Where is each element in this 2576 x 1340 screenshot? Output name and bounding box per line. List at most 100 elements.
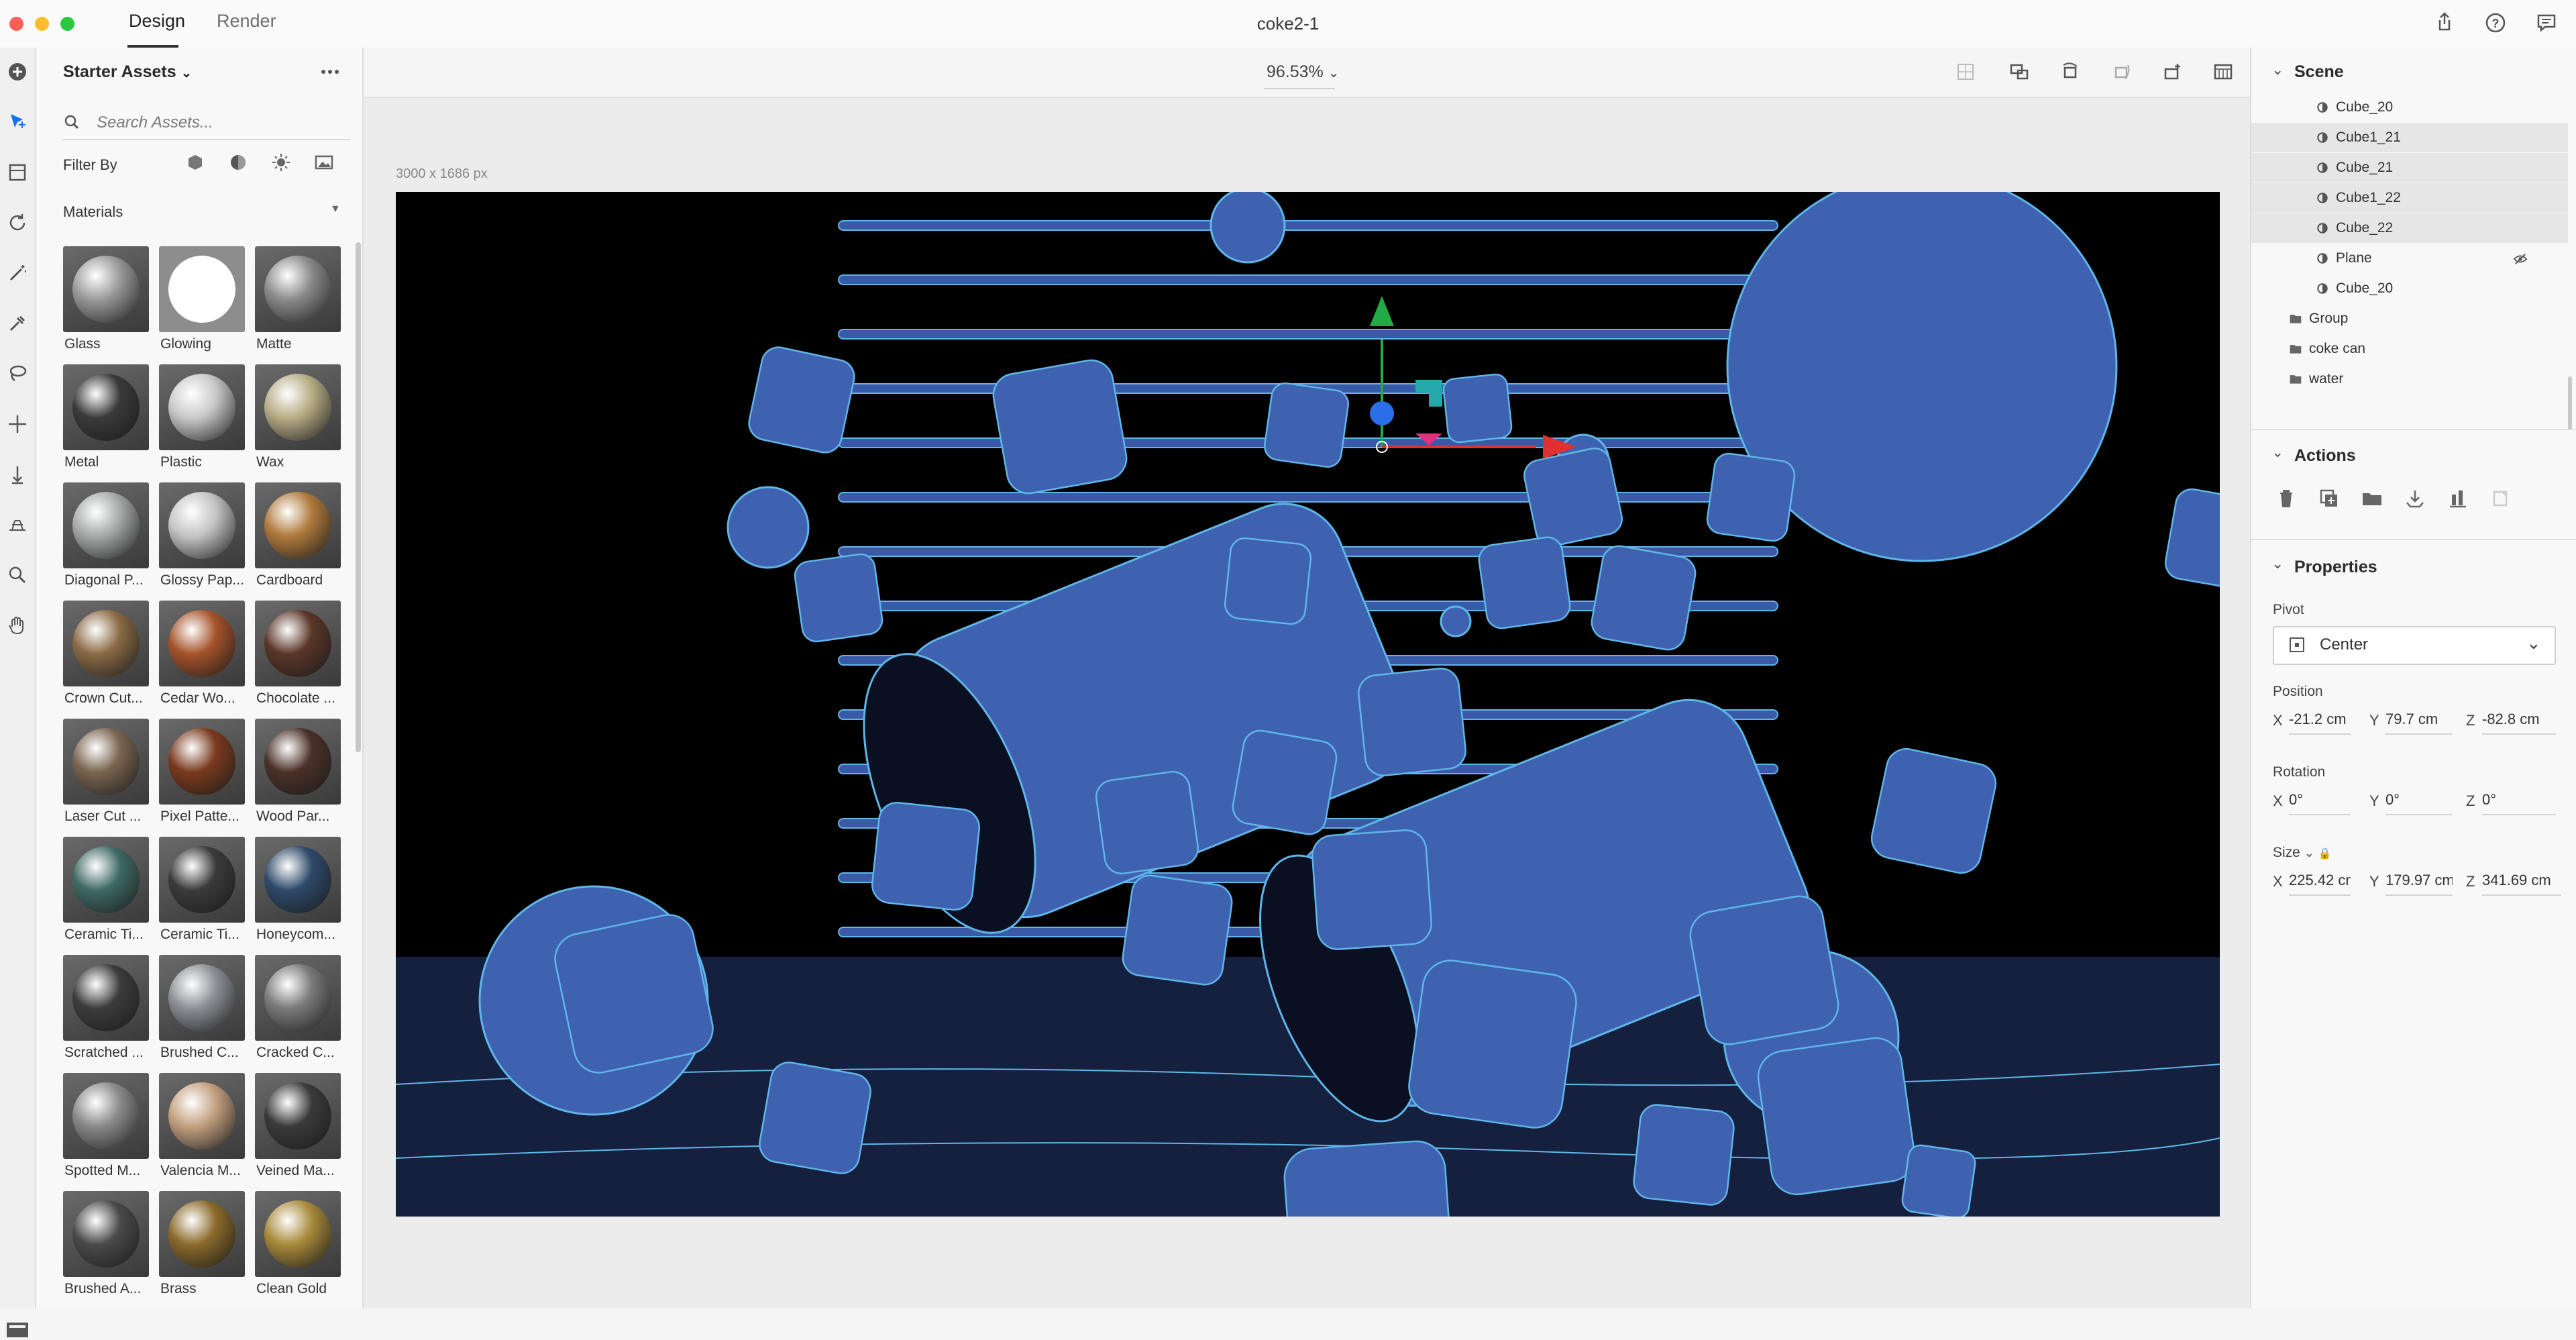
section-collapse-icon[interactable]: ▼	[330, 203, 341, 215]
duplicate-icon[interactable]	[2316, 485, 2343, 512]
material-item[interactable]: Glossy Pap...	[159, 482, 245, 591]
ice-cube[interactable]	[1521, 446, 1625, 549]
help-icon[interactable]: ?	[2482, 9, 2509, 36]
position-y-field[interactable]: 79.7 cm	[2385, 711, 2453, 735]
ice-cube[interactable]	[1230, 728, 1339, 837]
material-item[interactable]: Plastic	[159, 364, 245, 473]
move-icon[interactable]	[4, 411, 31, 437]
zoom-level[interactable]: 96.53% ⌄	[1267, 62, 1340, 82]
material-item[interactable]: Ceramic Ti...	[63, 837, 149, 945]
glass-rod[interactable]	[838, 492, 1778, 503]
panel-icon[interactable]	[2210, 58, 2237, 85]
pivot-select[interactable]: Center ⌄	[2273, 626, 2556, 665]
material-item[interactable]: Crown Cut...	[63, 601, 149, 709]
eyedropper-icon[interactable]	[4, 310, 31, 337]
material-item[interactable]: Cracked C...	[255, 955, 341, 1064]
ice-cube[interactable]	[1589, 544, 1698, 652]
ice-cube[interactable]	[550, 910, 717, 1077]
ice-cube[interactable]	[1442, 373, 1513, 444]
add-icon[interactable]	[4, 58, 31, 85]
assets-scrollbar[interactable]	[356, 242, 361, 752]
ice-cube[interactable]	[746, 344, 857, 456]
ice-cube[interactable]	[1868, 745, 2000, 877]
ice-cube[interactable]	[1686, 892, 1842, 1048]
ice-cube[interactable]	[793, 552, 884, 643]
scene-object-item[interactable]: Cube1_21	[2251, 123, 2568, 152]
size-x-field[interactable]: 225.42 cm	[2289, 872, 2351, 896]
ice-cube[interactable]	[1755, 1035, 1918, 1198]
material-item[interactable]: Glowing	[159, 246, 245, 355]
vertical-move-icon[interactable]	[4, 461, 31, 488]
position-x-field[interactable]: -21.2 cm	[2289, 711, 2351, 735]
magic-wand-icon[interactable]	[4, 260, 31, 287]
material-item[interactable]: Brushed A...	[63, 1191, 149, 1300]
ice-cube[interactable]	[1120, 873, 1234, 986]
size-z-field[interactable]: 341.69 cm	[2482, 872, 2561, 896]
rotation-y-field[interactable]: 0°	[2385, 791, 2453, 815]
search-assets-input[interactable]: Search Assets...	[62, 105, 350, 140]
ice-cube[interactable]	[1357, 667, 1468, 778]
rotation-x-field[interactable]: 0°	[2289, 791, 2351, 815]
material-item[interactable]: Ceramic Ti...	[159, 837, 245, 945]
comment-icon[interactable]	[2533, 9, 2560, 36]
model-filter-icon[interactable]	[184, 151, 207, 174]
material-item[interactable]: Pixel Patte...	[159, 719, 245, 827]
scene-viewport[interactable]	[396, 192, 2220, 1217]
light-filter-icon[interactable]	[270, 151, 292, 174]
ice-cube[interactable]	[1224, 537, 1312, 625]
scene-folder-item[interactable]: coke can	[2251, 334, 2568, 364]
bookmark-icon[interactable]	[2159, 58, 2186, 85]
image-filter-icon[interactable]	[313, 151, 335, 174]
material-item[interactable]: Clean Gold	[255, 1191, 341, 1300]
ice-cube[interactable]	[871, 801, 981, 912]
properties-collapse-icon[interactable]: ⌄	[2271, 555, 2284, 572]
ice-cube[interactable]	[990, 357, 1130, 497]
material-item[interactable]: Veined Ma...	[255, 1073, 341, 1182]
horizon-icon[interactable]	[4, 511, 31, 538]
ice-cube[interactable]	[1311, 829, 1432, 950]
actions-collapse-icon[interactable]: ⌄	[2271, 444, 2284, 461]
render-canvas[interactable]	[396, 192, 2220, 1217]
lock-icon[interactable]: 🔒	[2318, 848, 2332, 860]
rotate-view-icon[interactable]	[2057, 58, 2084, 85]
select-icon[interactable]	[4, 109, 31, 136]
material-item[interactable]: Scratched ...	[63, 955, 149, 1064]
scene-object-item[interactable]: Cube_20	[2251, 274, 2568, 303]
share-icon[interactable]	[2431, 9, 2458, 36]
scene-folder-item[interactable]: water	[2251, 364, 2568, 394]
glass-rod[interactable]	[838, 329, 1778, 340]
material-item[interactable]: Chocolate ...	[255, 601, 341, 709]
zoom-icon[interactable]	[4, 562, 31, 588]
sphere[interactable]	[727, 486, 810, 569]
ice-cube[interactable]	[1632, 1103, 1735, 1206]
scene-folder-item[interactable]: Group	[2251, 304, 2568, 333]
group-folder-icon[interactable]	[2359, 485, 2385, 512]
material-item[interactable]: Cardboard	[255, 482, 341, 591]
visibility-hidden-icon[interactable]	[2513, 252, 2528, 266]
sphere[interactable]	[1210, 192, 1286, 264]
material-item[interactable]: Metal	[63, 364, 149, 473]
material-item[interactable]: Wood Par...	[255, 719, 341, 827]
drop-to-ground-icon[interactable]	[2402, 485, 2428, 512]
collapse-panel-icon[interactable]	[5, 1320, 30, 1340]
material-item[interactable]: Brushed C...	[159, 955, 245, 1064]
ice-cube[interactable]	[1283, 1139, 1454, 1217]
material-item[interactable]: Matte	[255, 246, 341, 355]
assets-library-dropdown[interactable]: Starter Assets ⌄	[63, 62, 192, 82]
scene-object-item[interactable]: Cube_22	[2251, 213, 2568, 243]
fit-icon[interactable]	[2006, 58, 2033, 85]
ungroup-icon[interactable]	[2487, 485, 2514, 512]
material-filter-icon[interactable]	[227, 151, 250, 174]
scene-scrollbar[interactable]	[2568, 376, 2572, 430]
material-item[interactable]: Honeycom...	[255, 837, 341, 945]
ice-cube[interactable]	[1263, 382, 1350, 469]
frame-icon[interactable]	[4, 159, 31, 186]
position-z-field[interactable]: -82.8 cm	[2482, 711, 2556, 735]
scene-collapse-icon[interactable]: ⌄	[2271, 61, 2284, 79]
more-options-icon[interactable]	[318, 65, 342, 79]
scene-object-item[interactable]: Cube_20	[2251, 93, 2568, 122]
pan-hand-icon[interactable]	[4, 612, 31, 639]
material-item[interactable]: Cedar Wo...	[159, 601, 245, 709]
camera-frame-icon[interactable]	[1952, 58, 1979, 85]
ice-cube[interactable]	[757, 1060, 873, 1176]
